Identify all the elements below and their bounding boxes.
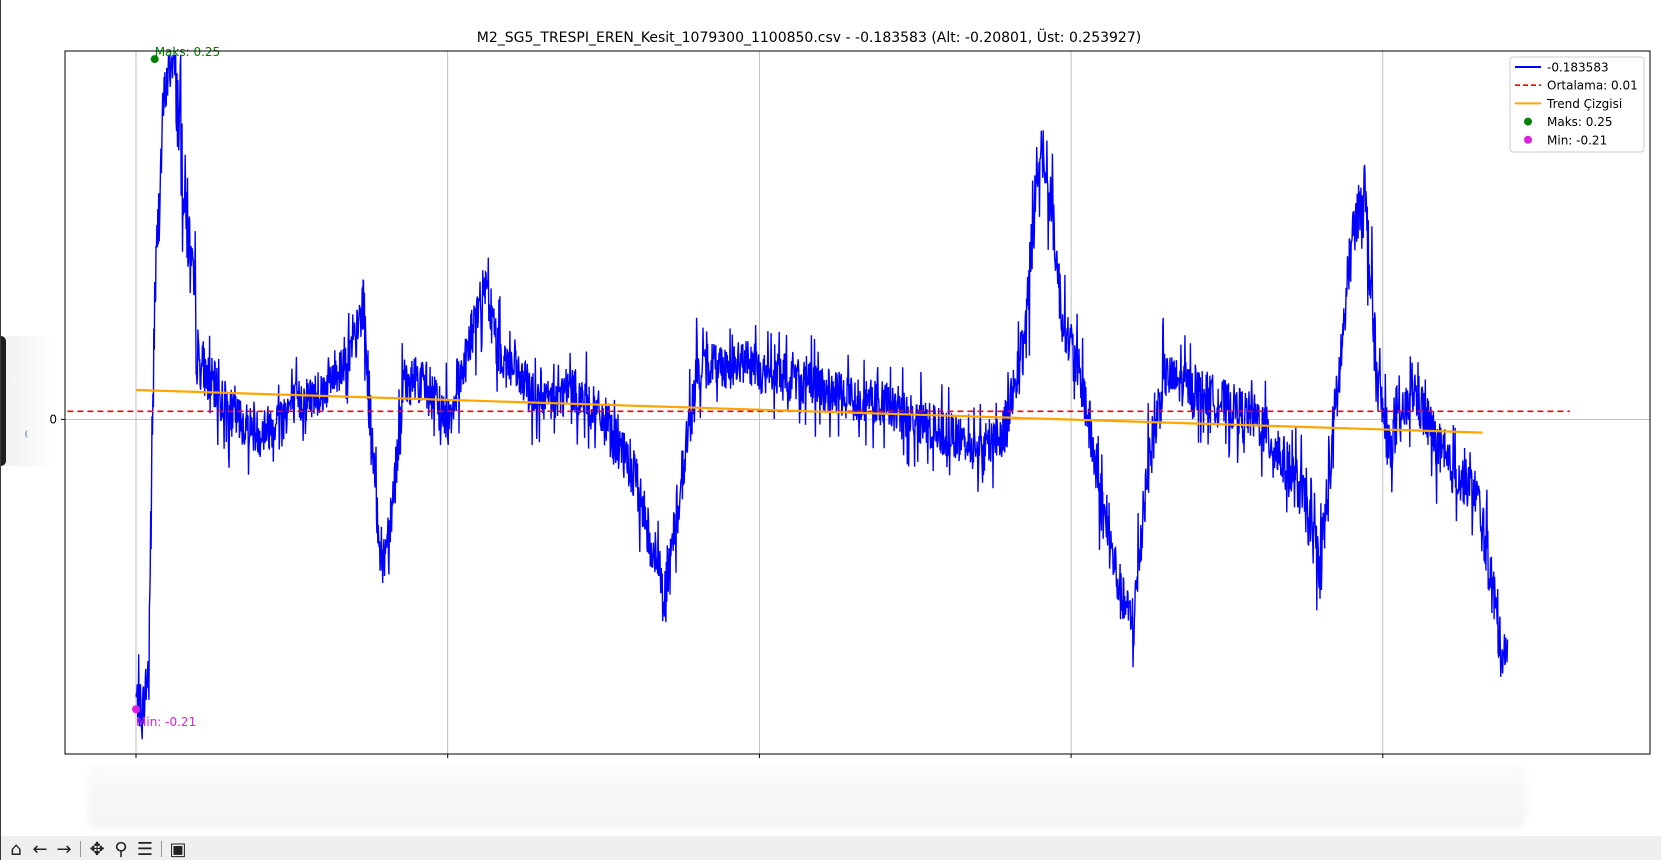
back-button[interactable]: ←	[29, 838, 51, 860]
max-annotation: Maks: 0.25	[155, 45, 220, 59]
min-point-marker	[132, 705, 140, 714]
save-icon: ▣	[169, 839, 187, 860]
zoom-button[interactable]: ⚲	[110, 838, 132, 860]
pan-icon: ✥	[89, 839, 105, 860]
blurred-axis-region	[87, 764, 1527, 828]
forward-button[interactable]: →	[53, 838, 75, 860]
pan-button[interactable]: ✥	[86, 838, 108, 860]
chart[interactable]: M2_SG5_TRESPI_EREN_Kesit_1079300_1100850…	[1, 0, 1661, 836]
configure-subplots-icon: ☰	[136, 839, 154, 860]
legend-swatch	[1524, 135, 1532, 144]
navigation-toolbar: ⌂ ← → ✥ ⚲ ☰ ▣	[1, 836, 1661, 860]
legend-label: Maks: 0.25	[1547, 115, 1612, 129]
home-icon: ⌂	[10, 839, 22, 860]
min-annotation: Min: -0.21	[136, 715, 196, 729]
legend-label: Min: -0.21	[1547, 133, 1607, 147]
legend-label: -0.183583	[1547, 61, 1609, 75]
figure-window: M2_SG5_TRESPI_EREN_Kesit_1079300_1100850…	[0, 0, 1661, 860]
forward-icon: →	[56, 839, 72, 860]
zoom-icon: ⚲	[114, 839, 128, 860]
configure-subplots-button[interactable]: ☰	[134, 838, 156, 860]
legend: -0.183583 Ortalama: 0.01 Trend Çizgisi Maks…	[1509, 56, 1645, 153]
chart-title: M2_SG5_TRESPI_EREN_Kesit_1079300_1100850…	[477, 28, 1141, 46]
toolbar-separator	[80, 841, 81, 857]
back-icon: ←	[32, 839, 48, 860]
toolbar-separator	[161, 841, 162, 857]
y-tick-label: 0	[49, 412, 57, 426]
legend-label: Ortalama: 0.01	[1547, 79, 1638, 93]
home-button[interactable]: ⌂	[5, 838, 27, 860]
save-button[interactable]: ▣	[167, 838, 189, 860]
legend-label: Trend Çizgisi	[1546, 97, 1622, 111]
legend-swatch	[1524, 117, 1532, 126]
